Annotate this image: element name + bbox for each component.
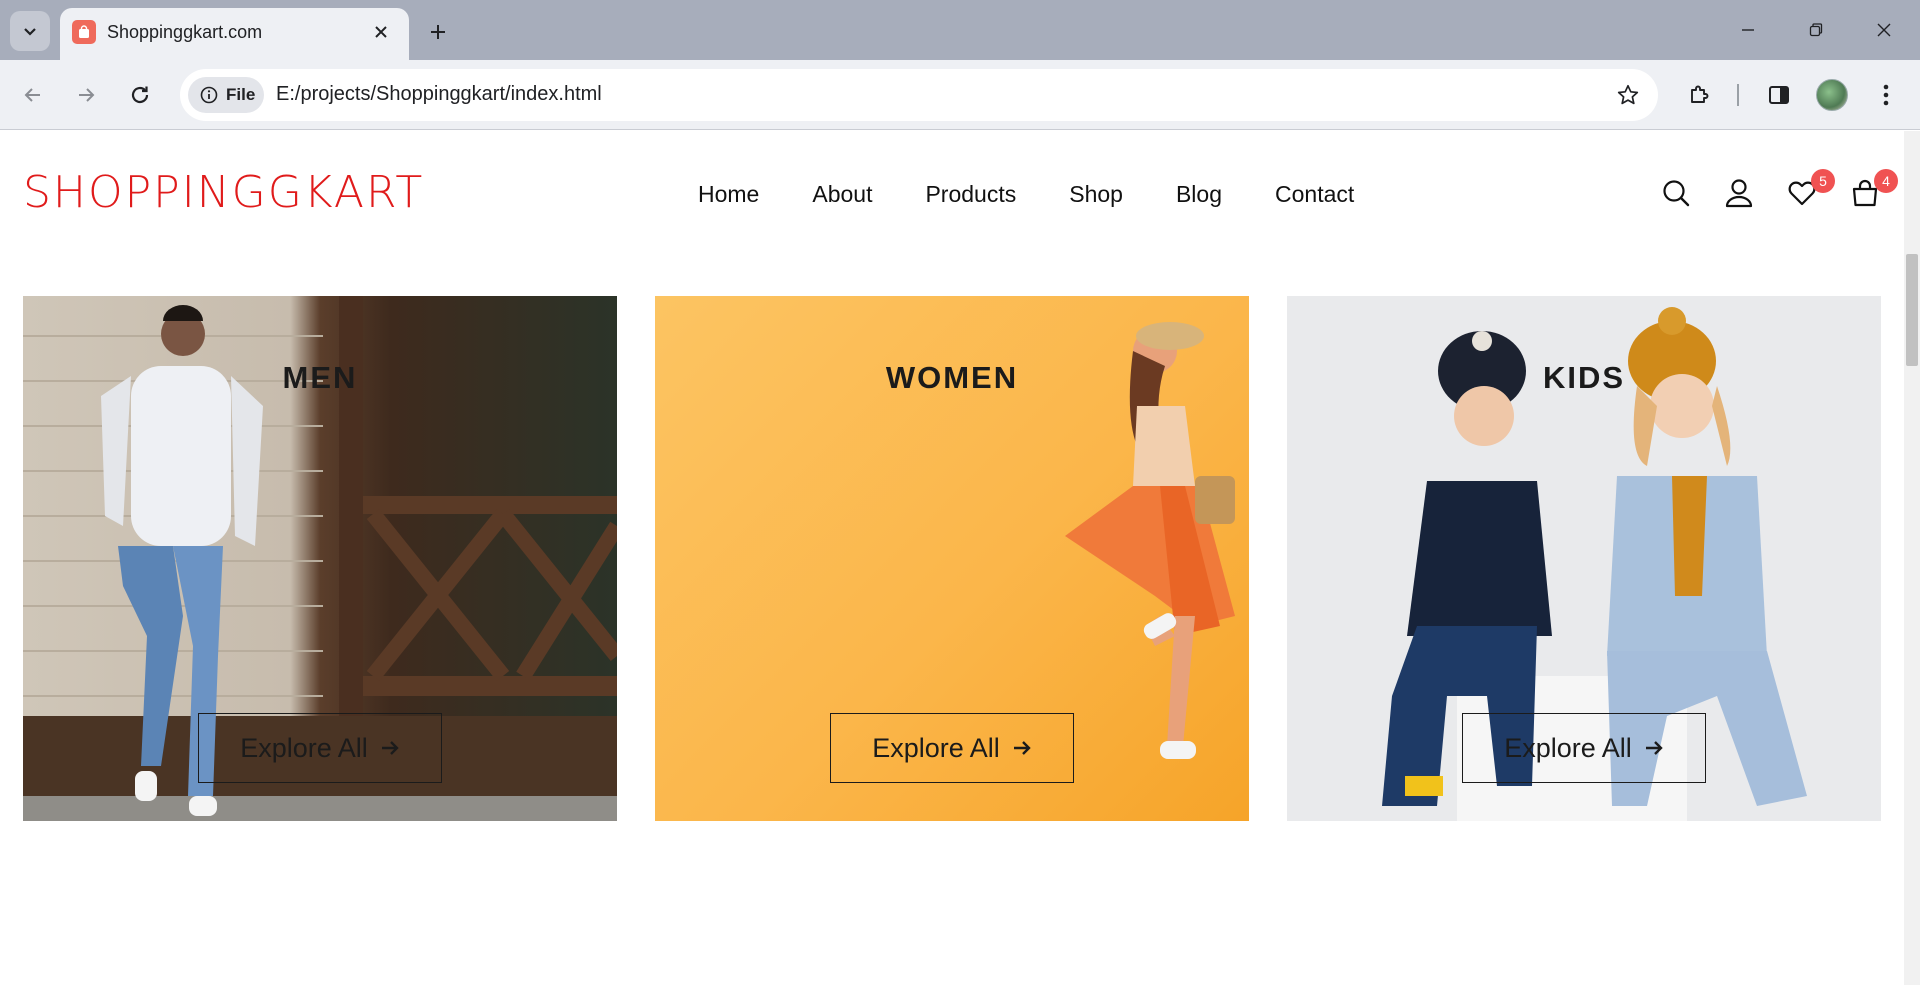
cart-count-badge: 4 bbox=[1874, 169, 1898, 193]
explore-all-label: Explore All bbox=[240, 732, 368, 763]
category-card-kids[interactable]: KIDS Explore All bbox=[1287, 296, 1881, 821]
url-text[interactable]: E:/projects/Shoppinggkart/index.html bbox=[276, 83, 602, 106]
window-close-button[interactable] bbox=[1862, 12, 1906, 48]
explore-all-button[interactable]: Explore All bbox=[198, 713, 442, 783]
nav-contact[interactable]: Contact bbox=[1275, 181, 1354, 208]
address-bar[interactable]: File E:/projects/Shoppinggkart/index.htm… bbox=[180, 69, 1658, 121]
profile-avatar[interactable] bbox=[1816, 79, 1848, 111]
minimize-button[interactable] bbox=[1726, 12, 1770, 48]
tab-title: Shoppinggkart.com bbox=[107, 22, 263, 42]
explore-all-button[interactable]: Explore All bbox=[1462, 713, 1706, 783]
category-card-men[interactable]: MEN Explore All bbox=[23, 296, 617, 821]
wishlist-count-badge: 5 bbox=[1811, 169, 1835, 193]
user-icon bbox=[1725, 179, 1753, 208]
more-vertical-icon bbox=[1883, 84, 1889, 106]
browser-tab[interactable]: Shoppinggkart.com bbox=[60, 8, 409, 60]
plus-icon bbox=[431, 25, 445, 39]
star-icon bbox=[1617, 84, 1639, 105]
tab-close-button[interactable] bbox=[367, 18, 395, 46]
extensions-button[interactable] bbox=[1681, 77, 1717, 113]
side-panel-icon bbox=[1769, 86, 1789, 104]
arrow-right-icon bbox=[1645, 741, 1663, 755]
explore-all-label: Explore All bbox=[872, 732, 1000, 763]
site-info-chip[interactable]: File bbox=[188, 77, 264, 113]
nav-about[interactable]: About bbox=[812, 181, 872, 208]
info-icon bbox=[200, 86, 218, 104]
account-button[interactable] bbox=[1721, 175, 1757, 211]
close-icon bbox=[375, 26, 387, 38]
web-page: SHOPPINGGKART Home About Products Shop B… bbox=[0, 131, 1920, 985]
category-title: MEN bbox=[282, 360, 358, 395]
nav-blog[interactable]: Blog bbox=[1176, 181, 1222, 208]
arrow-left-icon bbox=[24, 88, 40, 102]
nav-shop[interactable]: Shop bbox=[1069, 181, 1123, 208]
minimize-icon bbox=[1742, 29, 1754, 31]
forward-button[interactable] bbox=[66, 75, 106, 115]
site-info-label: File bbox=[226, 85, 256, 104]
browser-menu-button[interactable] bbox=[1868, 77, 1904, 113]
category-card-women[interactable]: WOMEN Explore All bbox=[655, 296, 1249, 821]
toolbar-divider bbox=[1737, 84, 1739, 106]
browser-toolbar: File E:/projects/Shoppinggkart/index.htm… bbox=[0, 60, 1920, 130]
category-title: KIDS bbox=[1542, 360, 1626, 395]
side-panel-button[interactable] bbox=[1761, 77, 1797, 113]
puzzle-icon bbox=[1691, 85, 1709, 103]
site-logo[interactable]: SHOPPINGGKART bbox=[23, 167, 424, 218]
new-tab-button[interactable] bbox=[420, 14, 456, 50]
restore-button[interactable] bbox=[1794, 12, 1838, 48]
category-title: WOMEN bbox=[885, 360, 1019, 395]
shopping-bag-favicon-icon bbox=[72, 20, 96, 44]
explore-all-button[interactable]: Explore All bbox=[830, 713, 1074, 783]
reload-button[interactable] bbox=[120, 75, 160, 115]
arrow-right-icon bbox=[1013, 741, 1031, 755]
nav-home[interactable]: Home bbox=[698, 181, 759, 208]
search-icon bbox=[1663, 180, 1690, 207]
scrollbar-thumb[interactable] bbox=[1906, 254, 1918, 366]
tab-search-button[interactable] bbox=[10, 11, 50, 51]
page-scrollbar[interactable] bbox=[1904, 131, 1920, 985]
browser-tab-bar: Shoppinggkart.com bbox=[0, 0, 1920, 60]
search-button[interactable] bbox=[1658, 175, 1694, 211]
bookmark-button[interactable] bbox=[1614, 81, 1642, 109]
chevron-down-icon bbox=[24, 28, 36, 36]
arrow-right-icon bbox=[381, 741, 399, 755]
nav-products[interactable]: Products bbox=[925, 181, 1016, 208]
main-navigation: Home About Products Shop Blog Contact bbox=[698, 181, 1407, 208]
back-button[interactable] bbox=[13, 75, 53, 115]
restore-icon bbox=[1809, 23, 1823, 37]
close-icon bbox=[1877, 23, 1891, 37]
reload-icon bbox=[131, 86, 149, 104]
explore-all-label: Explore All bbox=[1504, 732, 1632, 763]
arrow-right-icon bbox=[79, 88, 95, 102]
